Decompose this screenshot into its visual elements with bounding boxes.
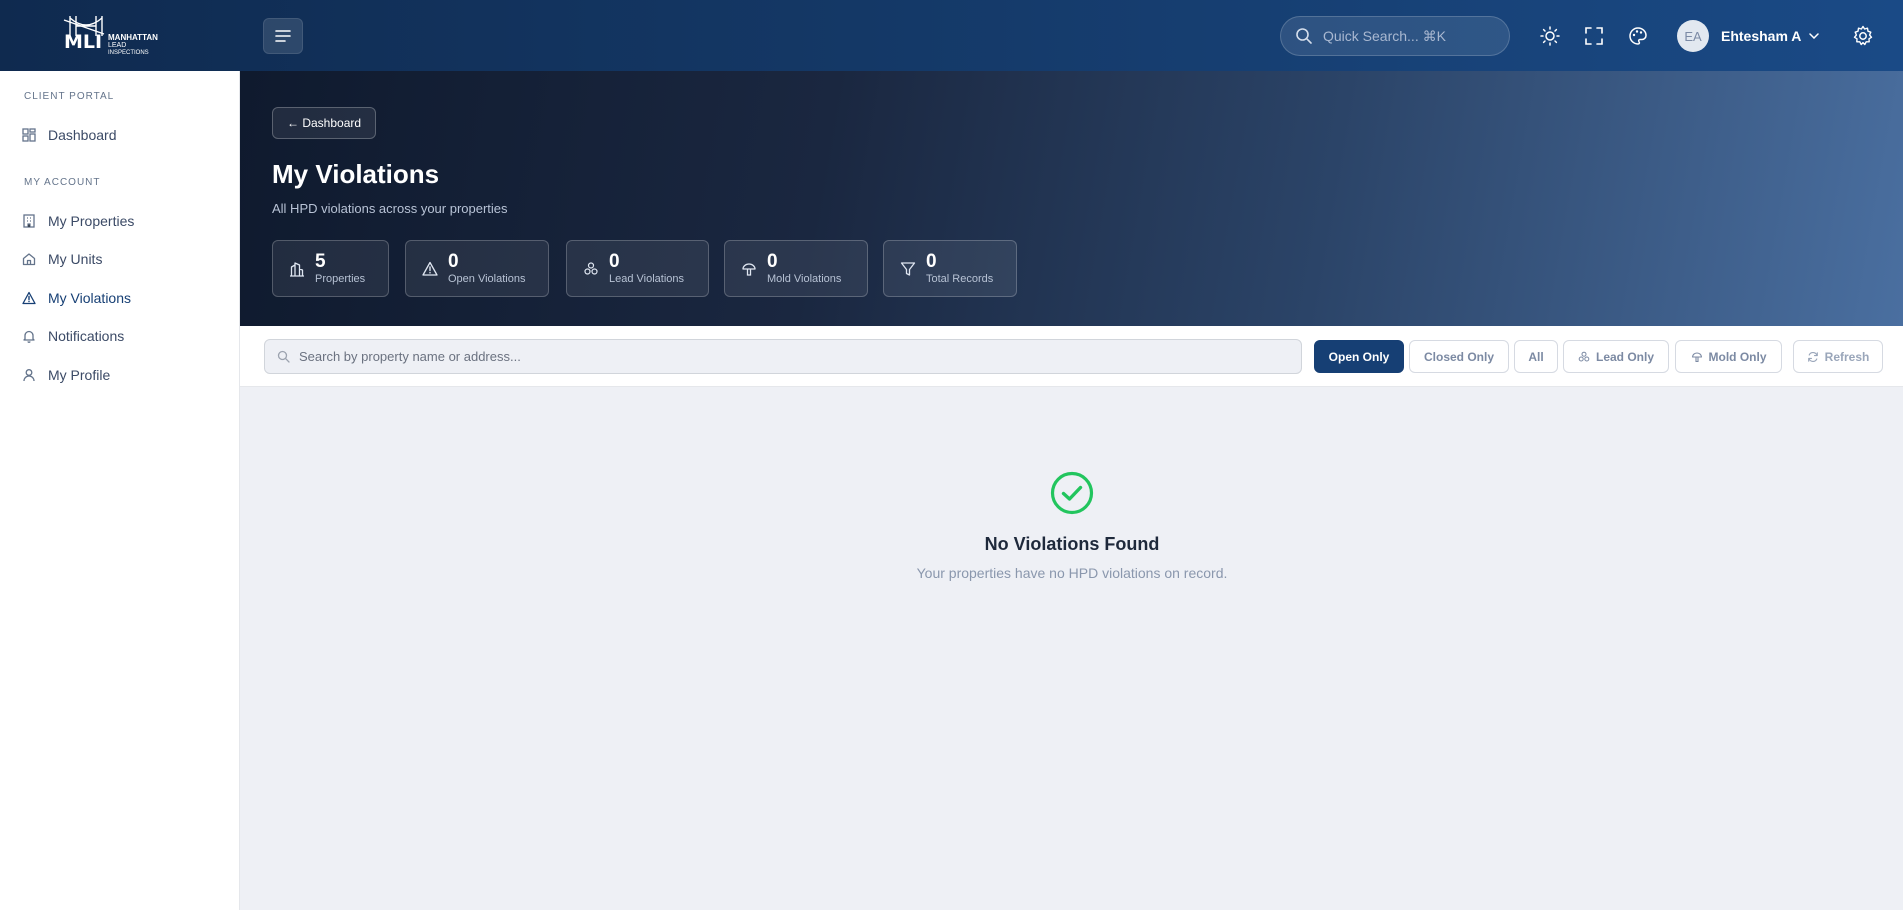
- logo-line2: LEAD: [108, 42, 126, 49]
- success-check-icon: [1050, 471, 1094, 515]
- top-navbar: MLI MANHATTAN LEAD INSPECTIONS Quick Sea…: [0, 0, 1903, 71]
- stat-value: 0: [767, 250, 778, 272]
- filter-icon: [900, 261, 916, 276]
- sidebar-item-notifications[interactable]: Notifications: [22, 325, 124, 347]
- sidebar-item-my-units[interactable]: My Units: [22, 248, 102, 270]
- home-icon: [22, 253, 36, 266]
- filter-all-button[interactable]: All: [1514, 340, 1558, 373]
- empty-state-subtitle: Your properties have no HPD violations o…: [916, 565, 1228, 581]
- settings-button[interactable]: [1851, 24, 1875, 48]
- biohazard-icon: [1578, 351, 1590, 361]
- sidebar-item-dashboard[interactable]: Dashboard: [22, 124, 117, 146]
- bell-icon: [23, 330, 35, 343]
- sidebar-item-label: Dashboard: [48, 127, 117, 143]
- stat-label: Properties: [315, 272, 366, 285]
- back-to-dashboard-button[interactable]: ← Dashboard: [272, 107, 377, 139]
- stat-value: 5: [315, 250, 326, 272]
- sidebar-item-label: My Properties: [48, 213, 135, 229]
- palette-button[interactable]: [1626, 24, 1650, 48]
- filter-closed-only-button[interactable]: Closed Only: [1409, 340, 1509, 373]
- fullscreen-button[interactable]: [1582, 24, 1606, 48]
- warning-icon: [22, 291, 36, 305]
- logo-line3: INSPECTIONS: [108, 50, 149, 56]
- stat-label: Open Violations: [448, 272, 526, 285]
- refresh-button[interactable]: Refresh: [1793, 340, 1883, 373]
- sidebar-item-label: My Violations: [48, 290, 132, 306]
- settings-icon: [1853, 25, 1873, 46]
- stat-card-properties: 5 Properties: [272, 240, 389, 297]
- stat-label: Lead Violations: [609, 272, 685, 285]
- palette-icon: [1629, 27, 1647, 45]
- stat-card-open-violations: 0 Open Violations: [405, 240, 549, 297]
- search-icon: [1296, 28, 1312, 44]
- page-header: ← Dashboard My Violations All HPD violat…: [240, 71, 1903, 326]
- building-icon: [23, 214, 35, 228]
- stat-card-lead-violations: 0 Lead Violations: [566, 240, 709, 297]
- avatar: EA: [1677, 20, 1709, 52]
- search-icon: [277, 350, 290, 363]
- company-logo[interactable]: MLI MANHATTAN LEAD INSPECTIONS: [62, 14, 180, 58]
- refresh-icon: [1807, 351, 1818, 362]
- filter-lead-only-label: Lead Only: [1595, 349, 1654, 364]
- menu-toggle-button[interactable]: [263, 18, 303, 54]
- violation-search-input[interactable]: Search by property name or address...: [264, 339, 1302, 374]
- sun-icon: [1540, 26, 1560, 46]
- stat-card-total-records: 0 Total Records: [883, 240, 1017, 297]
- sidebar-section-client-portal: CLIENT PORTAL: [24, 91, 115, 102]
- filter-mold-only-label: Mold Only: [1708, 349, 1767, 364]
- stat-value: 0: [609, 250, 620, 272]
- dashboard-icon: [22, 128, 36, 142]
- sidebar-item-my-violations[interactable]: My Violations: [22, 287, 131, 309]
- sidebar-item-label: My Profile: [48, 367, 111, 383]
- filter-lead-only-button[interactable]: Lead Only: [1563, 340, 1669, 373]
- building-icon: [290, 261, 304, 277]
- filter-open-only-button[interactable]: Open Only: [1314, 340, 1404, 373]
- stat-label: Mold Violations: [767, 272, 842, 285]
- mushroom-icon: [1691, 351, 1702, 362]
- empty-state-title: No Violations Found: [984, 534, 1160, 554]
- sidebar-item-label: Notifications: [48, 328, 125, 344]
- logo-mark: MLI: [64, 31, 102, 53]
- stat-card-mold-violations: 0 Mold Violations: [724, 240, 868, 297]
- filter-toolbar: Search by property name or address... Op…: [240, 326, 1903, 387]
- user-name: Ehtesham A: [1721, 28, 1802, 44]
- stat-label: Total Records: [926, 272, 994, 285]
- theme-toggle-button[interactable]: [1538, 24, 1562, 48]
- sidebar: CLIENT PORTAL Dashboard MY ACCOUNT My Pr…: [0, 71, 240, 910]
- stat-value: 0: [448, 250, 459, 272]
- quick-search-input[interactable]: Quick Search... ⌘K: [1280, 16, 1510, 56]
- page-subtitle: All HPD violations across your propertie…: [272, 201, 508, 216]
- quick-search-placeholder: Quick Search... ⌘K: [1323, 27, 1446, 44]
- stat-value: 0: [926, 250, 937, 272]
- user-menu[interactable]: EA Ehtesham A: [1677, 20, 1820, 52]
- filter-mold-only-button[interactable]: Mold Only: [1675, 340, 1782, 373]
- sidebar-item-label: My Units: [48, 251, 103, 267]
- menu-icon: [275, 30, 291, 42]
- biohazard-icon: [584, 261, 598, 275]
- page-title: My Violations: [272, 159, 440, 189]
- logo-line1: MANHATTAN: [108, 33, 158, 42]
- refresh-label: Refresh: [1824, 349, 1870, 364]
- sidebar-section-my-account: MY ACCOUNT: [24, 177, 101, 188]
- user-icon: [23, 369, 35, 382]
- warning-icon: [422, 261, 438, 276]
- sidebar-item-my-profile[interactable]: My Profile: [22, 364, 110, 386]
- fullscreen-icon: [1585, 27, 1603, 45]
- chevron-down-icon: [1809, 33, 1820, 39]
- search-placeholder: Search by property name or address...: [299, 349, 521, 364]
- sidebar-item-my-properties[interactable]: My Properties: [22, 210, 134, 232]
- mushroom-icon: [742, 262, 756, 276]
